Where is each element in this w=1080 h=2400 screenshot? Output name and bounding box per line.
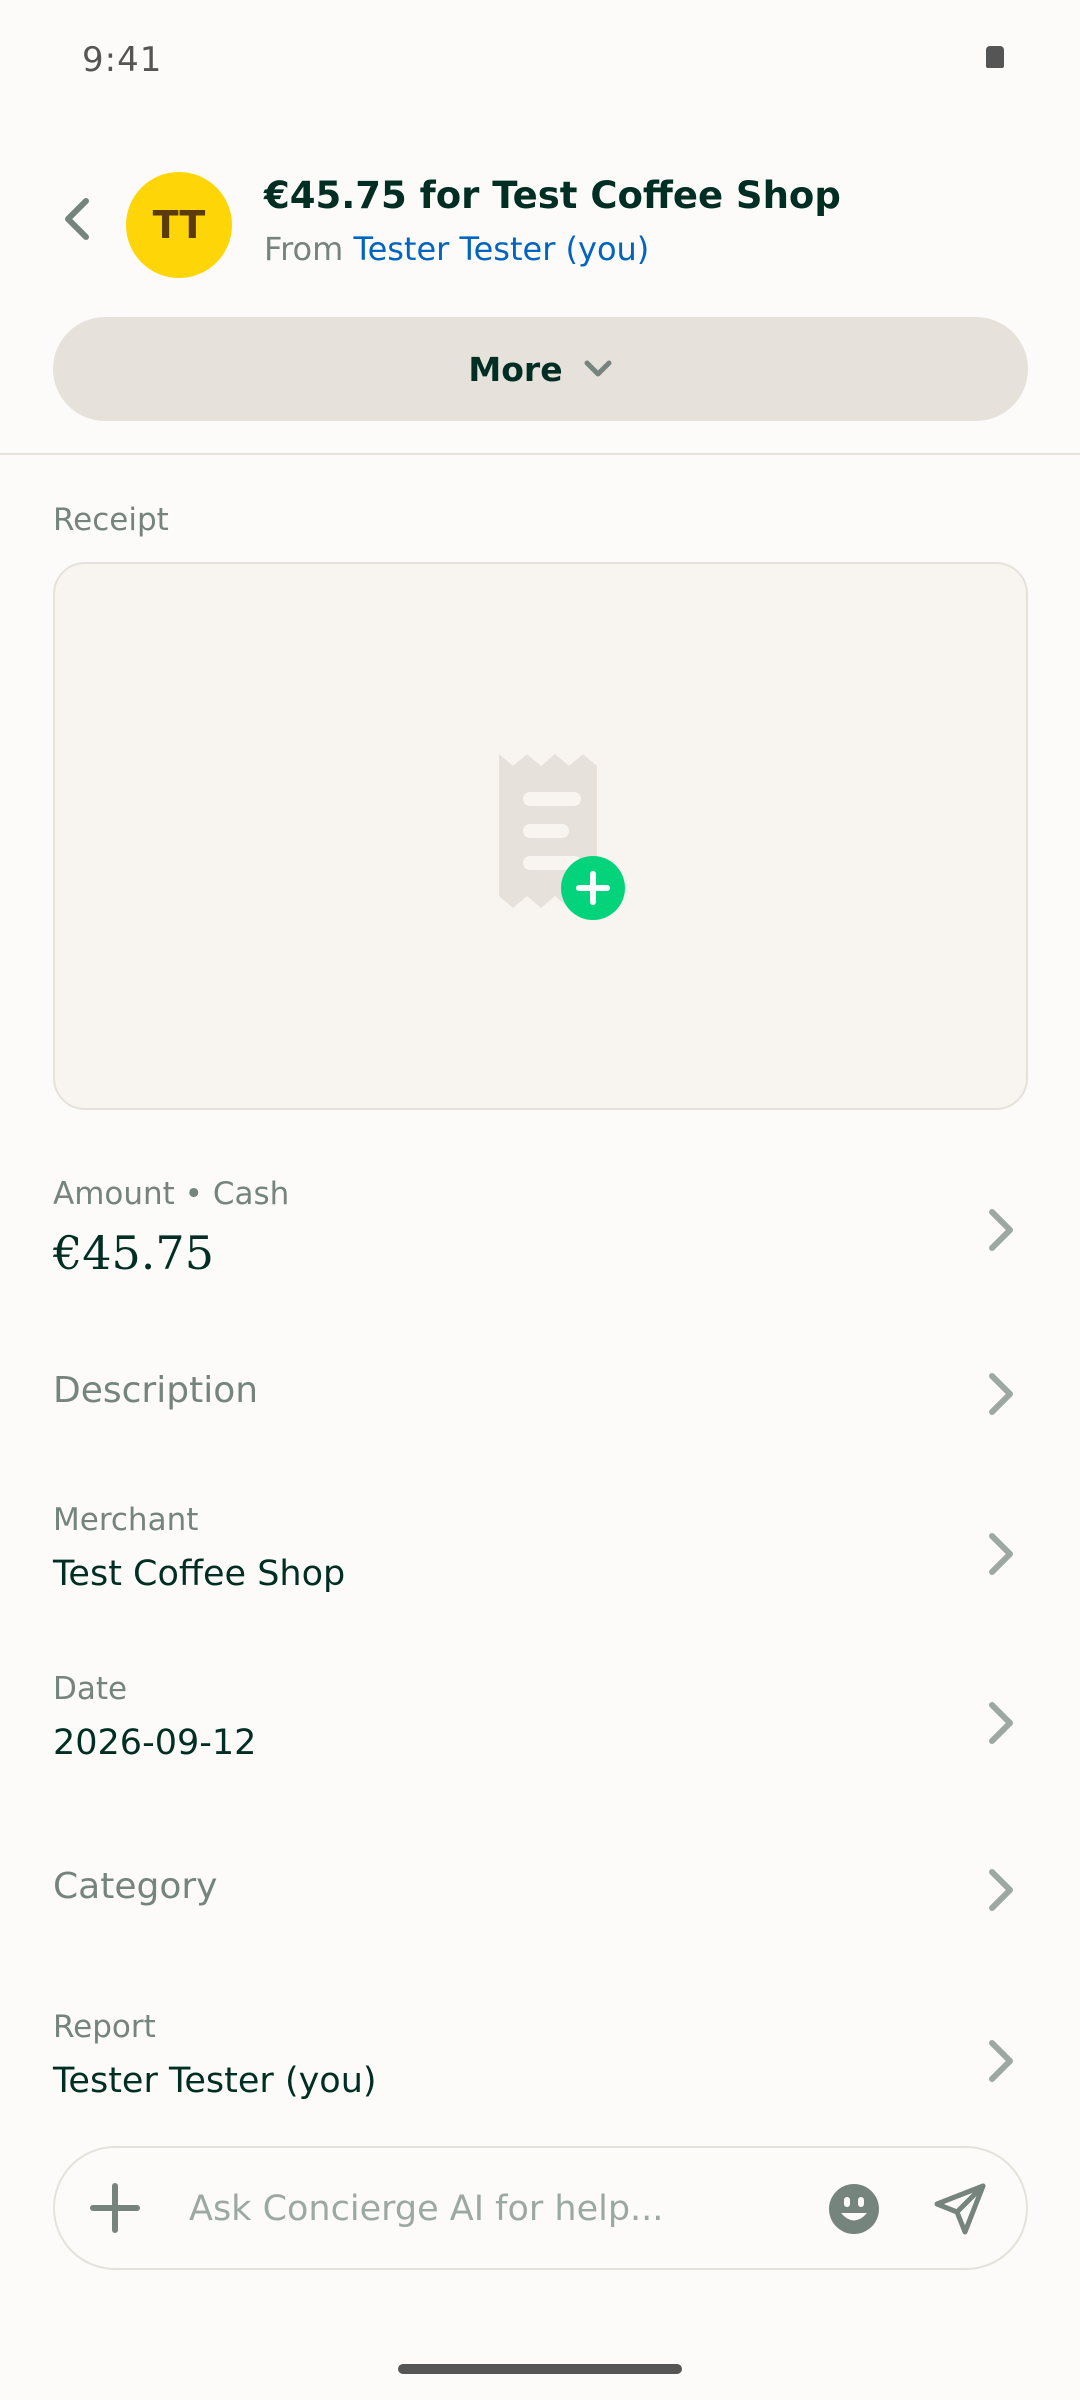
receipt-add-icon bbox=[499, 754, 625, 920]
date-value: 2026-09-12 bbox=[53, 1723, 257, 1763]
plus-icon[interactable] bbox=[87, 2180, 143, 2236]
merchant-value: Test Coffee Shop bbox=[53, 1554, 346, 1594]
receipt-upload-area[interactable] bbox=[53, 562, 1028, 1110]
chevron-right-icon bbox=[989, 2040, 1013, 2082]
report-label: Report bbox=[53, 2009, 156, 2045]
chevron-right-icon bbox=[989, 1209, 1013, 1251]
from-user-link[interactable]: Tester Tester (you) bbox=[353, 230, 649, 268]
report-header: TT €45.75 for Test Coffee Shop From Test… bbox=[0, 150, 1080, 450]
from-line: From Tester Tester (you) bbox=[264, 230, 649, 268]
date-field[interactable]: Date 2026-09-12 bbox=[0, 1665, 1080, 1785]
avatar[interactable]: TT bbox=[126, 172, 232, 278]
status-bar: 9:41 bbox=[0, 0, 1080, 80]
amount-label: Amount • Cash bbox=[53, 1176, 290, 1212]
send-icon[interactable] bbox=[933, 2182, 989, 2236]
chevron-down-icon bbox=[584, 360, 612, 377]
category-field[interactable]: Category bbox=[0, 1846, 1080, 1936]
more-button[interactable]: More bbox=[53, 317, 1028, 421]
category-label: Category bbox=[53, 1866, 218, 1907]
chevron-right-icon bbox=[989, 1373, 1013, 1415]
chat-composer bbox=[53, 2146, 1028, 2270]
header-divider bbox=[0, 453, 1080, 455]
from-prefix: From bbox=[264, 230, 354, 268]
status-time: 9:41 bbox=[82, 40, 163, 80]
merchant-field[interactable]: Merchant Test Coffee Shop bbox=[0, 1496, 1080, 1616]
report-value: Tester Tester (you) bbox=[53, 2061, 377, 2101]
emoji-icon[interactable] bbox=[827, 2182, 881, 2236]
page-title: €45.75 for Test Coffee Shop bbox=[264, 174, 841, 217]
chat-input[interactable] bbox=[189, 2182, 829, 2236]
merchant-label: Merchant bbox=[53, 1502, 199, 1538]
chevron-right-icon bbox=[989, 1533, 1013, 1575]
chevron-right-icon bbox=[989, 1869, 1013, 1911]
report-field[interactable]: Report Tester Tester (you) bbox=[0, 2003, 1080, 2123]
description-field[interactable]: Description bbox=[0, 1350, 1080, 1440]
more-button-label: More bbox=[468, 349, 563, 389]
avatar-initials: TT bbox=[152, 203, 206, 247]
date-label: Date bbox=[53, 1671, 128, 1707]
back-button[interactable] bbox=[52, 194, 102, 244]
receipt-label: Receipt bbox=[53, 502, 169, 538]
chevron-right-icon bbox=[989, 1702, 1013, 1744]
status-indicator-icon bbox=[986, 46, 1004, 68]
description-label: Description bbox=[53, 1370, 259, 1411]
amount-value: €45.75 bbox=[53, 1226, 214, 1280]
expense-details-screen: 9:41 TT €45.75 for Test Coffee Shop From… bbox=[0, 0, 1080, 2400]
home-indicator bbox=[398, 2364, 682, 2374]
chevron-left-icon bbox=[65, 198, 89, 240]
amount-field[interactable]: Amount • Cash €45.75 bbox=[0, 1170, 1080, 1290]
